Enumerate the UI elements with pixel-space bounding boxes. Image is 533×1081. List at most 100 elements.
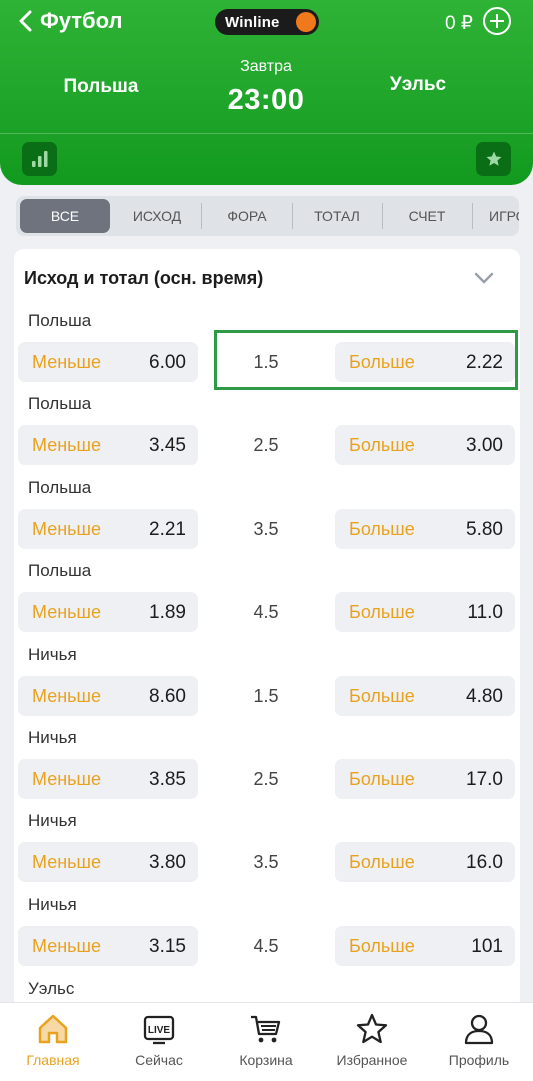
under-odds-value: 2.21 [149, 518, 186, 540]
under-odds-button[interactable]: Меньше 1.89 [18, 592, 198, 633]
favorite-button[interactable] [476, 142, 511, 176]
cart-icon [251, 1015, 281, 1043]
under-label: Меньше [32, 935, 101, 956]
total-line: 2.5 [253, 435, 279, 456]
tab-all[interactable]: ВСЕ [20, 199, 110, 233]
over-label: Больше [349, 935, 415, 956]
deposit-button[interactable] [483, 7, 511, 35]
stats-button[interactable] [22, 142, 57, 176]
nav-favorites[interactable]: Избранное [319, 1003, 425, 1081]
over-odds-button[interactable]: Больше 4.80 [335, 675, 515, 716]
total-line: 4.5 [253, 602, 279, 623]
sport-title: Футбол [40, 8, 123, 33]
brand-logo: Winline [215, 9, 319, 35]
over-odds-button[interactable]: Больше 16.0 [335, 842, 515, 883]
row-label: Польша [28, 561, 92, 581]
tab-players[interactable]: ИГРО [473, 196, 519, 236]
under-odds-button[interactable]: Меньше 3.80 [18, 842, 198, 883]
next-row-label: Уэльс [28, 979, 75, 998]
over-odds-value: 5.80 [466, 518, 503, 540]
row-label: Польша [28, 477, 92, 497]
row-label: Ничья [28, 644, 77, 664]
nav-cart[interactable]: Корзина [213, 1003, 319, 1081]
under-label: Меньше [32, 518, 101, 539]
under-odds-button[interactable]: Меньше 2.21 [18, 508, 198, 549]
over-odds-button[interactable]: Больше 101 [335, 925, 515, 966]
nav-profile-label: Профиль [448, 1052, 510, 1068]
over-odds-button[interactable]: Больше 5.80 [335, 508, 515, 549]
nav-live[interactable]: LIVE Сейчас [106, 1003, 212, 1081]
market-tabs: ВСЕ ИСХОД ФОРА ТОТАЛ СЧЕТ ИГРО [16, 196, 519, 236]
total-line: 3.5 [253, 518, 279, 539]
over-odds-value: 3.00 [466, 435, 503, 457]
brand-name: Winline [225, 13, 280, 31]
market-title: Исход и тотал (осн. время) [24, 268, 264, 288]
total-line: 3.5 [253, 852, 279, 873]
balance[interactable]: 0 ₽ [445, 12, 473, 35]
total-line: 4.5 [253, 935, 279, 956]
over-odds-value: 4.80 [466, 685, 503, 707]
chevron-left-icon [19, 10, 32, 32]
over-label: Больше [349, 602, 415, 623]
tab-outcome[interactable]: ИСХОД [112, 196, 202, 236]
under-odds-value: 8.60 [149, 685, 186, 707]
under-odds-button[interactable]: Меньше 6.00 [18, 342, 198, 382]
under-odds-button[interactable]: Меньше 3.45 [18, 425, 198, 466]
over-odds-value: 101 [471, 935, 503, 957]
over-odds-button[interactable]: Больше 17.0 [335, 759, 515, 799]
under-label: Меньше [32, 435, 101, 456]
row-label: Ничья [28, 811, 77, 831]
tab-total[interactable]: ТОТАЛ [292, 196, 382, 236]
over-label: Больше [349, 852, 415, 873]
over-odds-value: 17.0 [466, 769, 503, 790]
over-label: Больше [349, 769, 415, 789]
total-line: 2.5 [253, 769, 279, 789]
under-odds-button[interactable]: Меньше 3.15 [18, 925, 198, 966]
under-odds-value: 1.89 [149, 602, 186, 624]
star-icon [486, 151, 501, 166]
tab-handicap[interactable]: ФОРА [202, 196, 292, 236]
nav-favorites-label: Избранное [336, 1052, 408, 1068]
under-label: Меньше [32, 352, 101, 372]
nav-home-label: Главная [26, 1052, 80, 1068]
highlight-box [214, 330, 518, 390]
over-odds-button[interactable]: Больше 3.00 [335, 425, 515, 466]
back-button[interactable]: Футбол [18, 8, 123, 34]
under-label: Меньше [32, 602, 101, 623]
profile-icon [464, 1014, 494, 1045]
under-label: Меньше [32, 769, 101, 789]
bar-chart-icon [31, 151, 47, 167]
nav-cart-label: Корзина [239, 1052, 293, 1068]
under-odds-button[interactable]: Меньше 3.85 [18, 759, 198, 799]
under-odds-value: 3.15 [149, 935, 186, 957]
match-day: Завтра [240, 58, 292, 75]
row-label: Польша [28, 394, 92, 414]
team-home: Польша [63, 76, 139, 97]
brand-dot-icon [296, 12, 316, 32]
team-away: Уэльс [389, 74, 447, 95]
row-label: Ничья [28, 728, 77, 747]
under-label: Меньше [32, 852, 101, 873]
row-label: Польша [28, 311, 92, 330]
over-odds-value: 16.0 [466, 852, 503, 874]
home-icon [38, 1014, 68, 1044]
match-header: Футбол Winline 0 ₽ Польша Завтра 23:00 У… [0, 0, 533, 185]
under-odds-value: 3.80 [149, 852, 186, 874]
star-icon [356, 1013, 388, 1044]
under-odds-value: 6.00 [149, 352, 186, 373]
over-odds-button[interactable]: Больше 11.0 [335, 592, 515, 633]
match-time: 23:00 [227, 84, 305, 116]
total-line: 1.5 [253, 685, 279, 706]
nav-home[interactable]: Главная [0, 1003, 106, 1081]
bottom-navigation: Главная LIVE Сейчас Корзина Избранное Пр… [0, 1002, 533, 1081]
under-odds-value: 3.85 [149, 769, 186, 790]
under-odds-button[interactable]: Меньше 8.60 [18, 675, 198, 716]
chevron-down-icon[interactable] [472, 269, 496, 287]
nav-profile[interactable]: Профиль [426, 1003, 532, 1081]
over-label: Больше [349, 518, 415, 539]
over-odds-value: 11.0 [467, 602, 503, 624]
over-label: Больше [349, 685, 415, 706]
under-label: Меньше [32, 685, 101, 706]
tab-score[interactable]: СЧЕТ [382, 196, 472, 236]
row-label: Ничья [28, 894, 77, 914]
